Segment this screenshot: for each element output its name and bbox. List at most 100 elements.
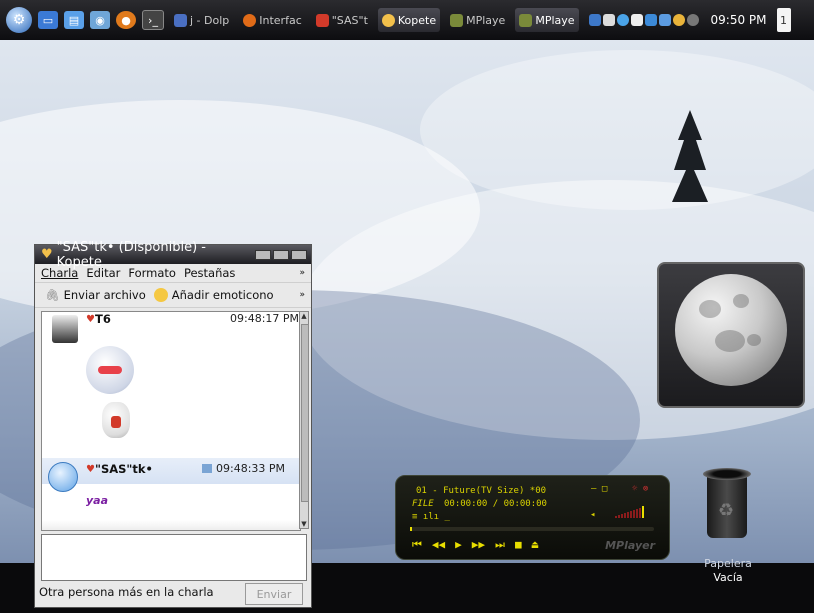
kopete-icon [381,13,395,27]
avatar [52,315,78,343]
chat-tray-icon[interactable] [672,14,685,26]
send-file-label: Enviar archivo [63,288,146,302]
moon-icon [675,274,787,386]
firefox-icon[interactable]: ● [116,11,136,29]
sender-name: T6 [94,312,111,326]
network-icon[interactable] [616,14,629,26]
kopete-window: ♥ "SAS"tk• (Disponible) - Kopete Charla … [34,240,312,608]
task-kopete[interactable]: Kopete [377,8,441,32]
minimize-button[interactable] [255,249,271,260]
toolbar-overflow-button[interactable]: » [299,290,305,300]
kopete-tray-icon[interactable] [658,14,671,26]
chat-status: Otra persona más en la charla [39,585,214,599]
terminal-icon[interactable]: ›_ [142,10,164,30]
window-controls [255,249,307,260]
menu-pestanas[interactable]: Pestañas [184,266,235,280]
message-time: 09:48:33 PM [216,462,286,475]
menu-formato[interactable]: Formato [128,266,176,280]
task-label: Interfac [259,13,302,27]
playback-time: 00:00:00 / 00:00:00 [444,499,547,509]
contact-status-icon: ♥ [86,313,95,325]
mplayer-logo: MPlayer [605,539,655,552]
desktop-pager[interactable]: 1 [776,8,791,32]
trash-label[interactable]: Papelera Vacía [700,557,756,585]
stop-icon[interactable]: ■ [515,538,522,552]
task-dolphin[interactable]: j - Dolp [170,8,233,32]
trash-label-line1: Papelera [704,557,752,570]
chat-icon [315,13,329,27]
eject-icon[interactable]: ⏏ [532,538,539,552]
close-button[interactable]: ☼ ⊗ [632,484,648,494]
volume-meter[interactable] [615,506,655,518]
message-input[interactable] [41,534,307,581]
forward-icon[interactable]: ▶▶ [472,538,485,552]
message-icon [202,464,212,473]
blushing-emoticon-icon [86,346,134,394]
maximize-button[interactable] [273,249,289,260]
info-icon[interactable] [686,14,699,26]
menu-editar[interactable]: Editar [86,266,120,280]
message-header: ♥ "SAS"tk• [86,462,153,476]
kde-menu-icon[interactable]: ⚙ [6,7,32,33]
scroll-down-button[interactable]: ▼ [300,520,308,528]
chat-history[interactable]: ♥ T6 09:48:17 PM ♥ "SAS"tk• 09:48:33 PM … [41,311,301,531]
task-label: MPlaye [535,13,575,27]
window-titlebar[interactable]: ♥ "SAS"tk• (Disponible) - Kopete [35,240,311,270]
recycle-icon: ♻ [718,500,735,521]
menu-charla[interactable]: Charla [41,266,78,280]
scroll-thumb[interactable] [301,324,309,502]
playlist-icon[interactable]: ≡ ılı _ [412,512,450,522]
toolbar: 🖇 Enviar archivo Añadir emoticono » [35,282,311,308]
volume-icon[interactable] [602,14,615,26]
task-label: "SAS"t [331,13,368,27]
menu-overflow-button[interactable]: » [299,268,305,278]
send-button[interactable]: Enviar [245,583,303,605]
scroll-up-button[interactable]: ▲ [300,312,308,320]
minimize-button[interactable]: — □ [591,484,607,494]
play-icon[interactable]: ▶ [455,538,462,552]
volume-icon[interactable]: ◂ [590,510,595,520]
clock[interactable]: 09:50 PM [711,13,767,27]
previous-track-icon[interactable]: ⏮ [412,538,422,552]
moon-phase-widget[interactable] [657,262,805,408]
add-emoticon-button[interactable]: Añadir emoticono [153,288,274,302]
file-manager-icon[interactable]: ▤ [64,11,84,29]
track-title: 01 - Future(TV Size) *00 [416,486,547,496]
chat-icon: ♥ [41,247,53,262]
top-panel: ⚙ ▭ ▤ ◉ ● ›_ j - Dolp Interfac "SAS"t Ko… [0,0,814,40]
ghost-emoticon-icon [102,402,130,438]
tree-icon [672,110,708,202]
rewind-icon[interactable]: ◀◀ [432,538,445,552]
task-mplayer-1[interactable]: MPlaye [446,8,509,32]
contact-status-icon: ♥ [86,463,95,475]
task-firefox[interactable]: Interfac [239,8,305,32]
mplayer-window: 01 - Future(TV Size) *00 FILE 00:00:00 /… [395,475,670,560]
paperclip-icon: 🖇 [45,288,60,302]
task-label: j - Dolp [190,13,230,27]
mplayer-icon [450,13,464,27]
message-time: 09:48:17 PM [230,312,300,325]
monitor-icon[interactable] [588,14,601,26]
task-chat[interactable]: "SAS"t [312,8,372,32]
next-track-icon[interactable]: ⏭ [495,538,505,552]
chat-scrollbar[interactable]: ▲ ▼ [299,311,309,529]
folder-icon [174,13,187,27]
desktop-icon[interactable]: ▭ [38,11,58,29]
close-button[interactable] [291,249,307,260]
file-label: FILE [412,499,434,509]
message-header: ♥ T6 [86,312,111,326]
playback-controls: ⏮ ◀◀ ▶ ▶▶ ⏭ ■ ⏏ [412,538,538,552]
next-message-partial [42,520,300,530]
menu-bar: Charla Editar Formato Pestañas » [35,264,311,282]
seek-bar[interactable] [410,527,654,531]
send-file-button[interactable]: 🖇 Enviar archivo [45,288,146,302]
smiley-icon [153,288,168,302]
update-icon[interactable] [644,14,657,26]
task-mplayer-2[interactable]: MPlaye [515,8,579,32]
konqueror-icon[interactable]: ◉ [90,11,110,29]
message-text: yaa [86,494,109,507]
trash-icon[interactable]: ♻ [703,464,751,542]
klipper-icon[interactable] [630,14,643,26]
trash-label-line2: Vacía [713,571,743,584]
mplayer-icon [519,13,533,27]
